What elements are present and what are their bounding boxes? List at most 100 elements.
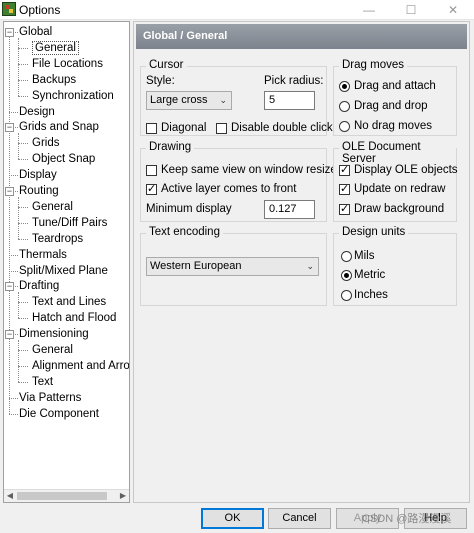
tree-connector: [9, 175, 18, 177]
tree-connector: [18, 38, 19, 96]
tree-node[interactable]: Dimensioning: [19, 326, 89, 342]
diagonal-checkbox[interactable]: [146, 123, 157, 134]
disable-double-click-checkbox[interactable]: [216, 123, 227, 134]
mils-label: Mils: [354, 250, 375, 262]
tree-child-node[interactable]: Backups: [32, 72, 76, 88]
collapse-icon[interactable]: −: [5, 282, 14, 292]
design-units-group-title: Design units: [339, 226, 409, 238]
close-button[interactable]: ✕: [432, 0, 474, 20]
design-units-group: Design units Mils Metric Inches: [333, 226, 457, 306]
tree-connector: [18, 302, 28, 304]
tree-node[interactable]: Split/Mixed Plane: [19, 263, 108, 279]
horizontal-scrollbar[interactable]: ◀ ▶: [4, 489, 129, 502]
cancel-button[interactable]: Cancel: [268, 508, 331, 529]
tree-connector: [18, 318, 28, 320]
tree-child-node[interactable]: Grids: [32, 135, 59, 151]
tree-child-node[interactable]: Alignment and Arro: [32, 358, 130, 374]
keep-same-view-checkbox[interactable]: [146, 165, 157, 176]
scroll-right-icon[interactable]: ▶: [117, 490, 129, 502]
tree-node-label: Global: [19, 26, 53, 38]
inches-radio[interactable]: [341, 290, 352, 301]
watermark: CSDN @路漫漫溪: [362, 513, 452, 525]
ole-group-title: OLE Document Server: [339, 141, 456, 165]
tree-connector: [18, 350, 28, 351]
tree-node-label: Grids and Snap: [19, 121, 99, 134]
tree-node[interactable]: Die Component: [19, 406, 99, 422]
tree-child-node[interactable]: General: [32, 40, 79, 56]
tree-node-label: Synchronization: [32, 89, 114, 102]
tree-child-node[interactable]: Text and Lines: [32, 294, 106, 310]
tree-child-node[interactable]: Tune/Diff Pairs: [32, 215, 107, 231]
tree-connector: [18, 63, 28, 65]
page-title: Global / General: [136, 24, 467, 49]
tree-node-label: Dimensioning: [19, 328, 89, 341]
tree-connector: [18, 292, 19, 319]
tree-node[interactable]: Grids and Snap: [19, 119, 99, 135]
collapse-icon[interactable]: −: [5, 187, 14, 196]
collapse-icon[interactable]: −: [5, 123, 14, 133]
drag-moves-group: Drag moves Drag and attach Drag and drop…: [333, 59, 457, 136]
options-tree[interactable]: Global − General File Locations Backups Synch…: [3, 21, 130, 503]
update-on-redraw-checkbox[interactable]: [339, 182, 350, 195]
tree-node[interactable]: Via Patterns: [19, 390, 81, 406]
active-layer-label: Active layer comes to front: [161, 183, 297, 195]
maximize-button[interactable]: ☐: [390, 0, 432, 20]
text-encoding-select[interactable]: Western European ⌄: [146, 257, 319, 276]
minimize-button[interactable]: —: [348, 0, 390, 20]
tree-node[interactable]: Drafting: [19, 278, 59, 294]
collapse-icon[interactable]: −: [5, 28, 14, 37]
keep-same-view-label: Keep same view on window resize: [161, 164, 337, 176]
tree-connector: [18, 238, 28, 240]
tree-child-node[interactable]: Hatch and Flood: [32, 310, 116, 326]
tree-node-label: Routing: [19, 185, 59, 197]
drawing-group-title: Drawing: [146, 141, 195, 153]
tree-node-label: Alignment and Arro: [32, 359, 130, 372]
disable-double-click-label: Disable double click: [231, 122, 333, 134]
cursor-group: Cursor Style: Pick radius: Large cross ⌄…: [140, 59, 333, 136]
tree-child-node[interactable]: Object Snap: [32, 151, 95, 167]
tree-connector: [18, 381, 28, 383]
tree-node-label: General: [32, 40, 79, 55]
collapse-icon[interactable]: −: [5, 330, 14, 340]
tree-child-node[interactable]: File Locations: [32, 56, 103, 72]
drag-and-drop-radio[interactable]: [339, 101, 350, 112]
text-encoding-group-title: Text encoding: [146, 226, 223, 238]
ok-button[interactable]: OK: [201, 508, 264, 529]
title-bar: Options — ☐ ✕: [0, 0, 474, 20]
tree-connector: [18, 133, 19, 160]
tree-node-label: Drafting: [19, 280, 60, 293]
metric-radio[interactable]: [341, 270, 352, 281]
tree-node[interactable]: Routing: [19, 183, 59, 199]
scrollbar-thumb[interactable]: [17, 492, 107, 500]
cursor-group-title: Cursor: [146, 59, 187, 71]
tree-child-node[interactable]: General: [32, 342, 73, 358]
tree-child-node[interactable]: General: [32, 199, 73, 215]
draw-background-checkbox[interactable]: [339, 202, 350, 215]
tree-connector: [18, 159, 28, 161]
pick-radius-input[interactable]: 5: [264, 91, 315, 110]
tree-node-label: File Locations: [32, 57, 103, 70]
tree-node[interactable]: Thermals: [19, 247, 67, 263]
tree-node-label: Tune/Diff Pairs: [32, 216, 108, 229]
pick-radius-label: Pick radius:: [264, 75, 324, 87]
chevron-down-icon: ⌄: [219, 95, 227, 105]
active-layer-checkbox[interactable]: [146, 182, 157, 195]
tree-child-node[interactable]: Synchronization: [32, 88, 114, 104]
scroll-left-icon[interactable]: ◀: [4, 490, 16, 502]
tree-node-label: Object Snap: [32, 153, 96, 166]
tree-node[interactable]: Display: [19, 167, 57, 183]
mils-radio[interactable]: [341, 251, 352, 262]
tree-node-label: Design: [19, 105, 55, 118]
minimum-display-label: Minimum display: [146, 203, 232, 215]
tree-child-node[interactable]: Text: [32, 374, 53, 390]
display-ole-checkbox[interactable]: [339, 163, 350, 176]
tree-node-label: Hatch and Flood: [32, 312, 117, 325]
style-select[interactable]: Large cross ⌄: [146, 91, 232, 110]
tree-child-node[interactable]: Teardrops: [32, 231, 83, 247]
tree-node-label: Via Patterns: [19, 391, 82, 404]
tree-node[interactable]: Global: [19, 24, 52, 40]
drag-and-attach-radio[interactable]: [339, 81, 350, 92]
no-drag-moves-radio[interactable]: [339, 121, 350, 132]
minimum-display-input[interactable]: 0.127: [264, 200, 315, 219]
tree-node[interactable]: Design: [19, 104, 55, 120]
